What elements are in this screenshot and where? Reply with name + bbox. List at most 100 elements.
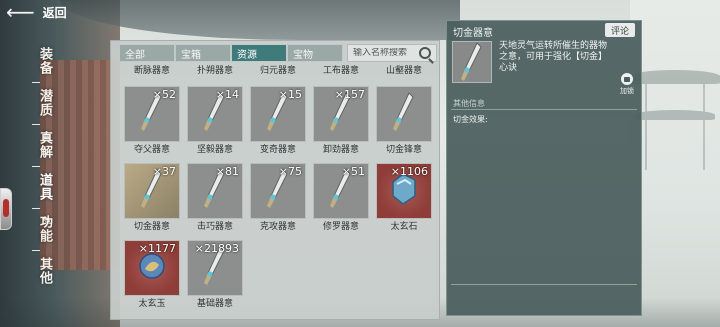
list-item-partial[interactable]: 归元器意 bbox=[250, 65, 306, 77]
item-slot: ×75 bbox=[250, 163, 306, 219]
background-right-scenery bbox=[629, 0, 720, 327]
tab-label: 资源 bbox=[237, 49, 257, 61]
nav-item-label: 其他 bbox=[37, 257, 52, 285]
tab-label: 全部 bbox=[125, 49, 145, 61]
item-slot: ×14 bbox=[187, 86, 243, 142]
item-name: 太玄石 bbox=[390, 222, 418, 232]
item-name: 变奇器意 bbox=[259, 145, 296, 155]
item-name: 击巧器意 bbox=[196, 222, 233, 232]
nav-item-label: 装备 bbox=[37, 47, 52, 75]
nav-divider bbox=[32, 124, 40, 125]
blade-icon bbox=[452, 41, 492, 83]
list-item[interactable]: ×14 坚毅器意 bbox=[187, 86, 243, 156]
blade-icon bbox=[387, 91, 421, 137]
nav-item-props[interactable]: 道具 bbox=[30, 166, 54, 204]
item-name: 扑朔器意 bbox=[196, 66, 233, 76]
list-item[interactable]: ×51 修罗器意 bbox=[313, 163, 369, 233]
detail-description: 天地灵气运转所催生的器物之意，可用于强化【切金】心诀 bbox=[499, 41, 608, 73]
item-slot: ×51 bbox=[313, 163, 369, 219]
list-item[interactable]: 切金锋意 bbox=[376, 86, 432, 156]
other-info-label: 其他信息 bbox=[453, 99, 485, 108]
list-item[interactable]: ×157 卸劲器意 bbox=[313, 86, 369, 156]
list-item[interactable]: ×37 切金器意 bbox=[124, 163, 180, 233]
list-item-partial[interactable]: 断脉器意 bbox=[124, 65, 180, 77]
item-slot: ×15 bbox=[250, 86, 306, 142]
item-name: 切金器意 bbox=[133, 222, 170, 232]
item-slot bbox=[376, 86, 432, 142]
item-slot: ×52 bbox=[124, 86, 180, 142]
item-slot: ×157 bbox=[313, 86, 369, 142]
item-name: 断脉器意 bbox=[133, 66, 170, 76]
back-label: 返回 bbox=[42, 5, 67, 20]
item-count: ×15 bbox=[278, 88, 302, 101]
item-name: 夺父器意 bbox=[133, 145, 170, 155]
comment-button[interactable]: 评论 bbox=[605, 23, 635, 37]
item-slot: ×21893 bbox=[187, 240, 243, 296]
pagoda-illustration bbox=[629, 70, 720, 170]
tab-chest[interactable]: 宝箱 bbox=[175, 44, 231, 62]
blade-icon bbox=[461, 42, 482, 81]
list-item[interactable]: ×1177 太玄玉 bbox=[124, 240, 180, 310]
list-item[interactable]: ×1106 太玄石 bbox=[376, 163, 432, 233]
nav-divider bbox=[32, 208, 40, 209]
item-name: 工布器意 bbox=[322, 66, 359, 76]
item-count: ×75 bbox=[278, 165, 302, 178]
nav-item-label: 真解 bbox=[37, 131, 52, 159]
list-item[interactable]: ×75 克攻器意 bbox=[250, 163, 306, 233]
item-count: ×21893 bbox=[194, 242, 239, 255]
side-avatar-tab[interactable] bbox=[0, 188, 12, 230]
category-tabs: 全部 宝箱 资源 宝物 bbox=[119, 44, 343, 62]
item-name: 卸劲器意 bbox=[322, 145, 359, 155]
inventory-panel: 全部 宝箱 资源 宝物 断脉器意 扑朔器意 归元器意 工布器意 山壑器意 ×52… bbox=[110, 40, 440, 320]
list-item[interactable]: ×52 夺父器意 bbox=[124, 86, 180, 156]
item-name: 修罗器意 bbox=[322, 222, 359, 232]
item-name: 坚毅器意 bbox=[196, 145, 233, 155]
nav-item-truth[interactable]: 真解 bbox=[30, 124, 54, 162]
item-count: ×51 bbox=[341, 165, 365, 178]
nav-item-potential[interactable]: 潜质 bbox=[30, 82, 54, 120]
item-count: ×1177 bbox=[138, 242, 176, 255]
back-button[interactable]: ⟵ 返回 bbox=[6, 2, 67, 22]
item-name: 山壑器意 bbox=[385, 66, 422, 76]
list-item-partial[interactable]: 扑朔器意 bbox=[187, 65, 243, 77]
tab-all[interactable]: 全部 bbox=[119, 44, 175, 62]
item-grid: 断脉器意 扑朔器意 归元器意 工布器意 山壑器意 ×52 夺父器意 ×14 坚毅器意 ×… bbox=[124, 65, 444, 321]
list-item[interactable]: ×15 变奇器意 bbox=[250, 86, 306, 156]
item-name: 克攻器意 bbox=[259, 222, 296, 232]
list-item[interactable]: ×21893 基础器意 bbox=[187, 240, 243, 310]
search-input[interactable] bbox=[353, 48, 415, 58]
list-item-partial[interactable]: 工布器意 bbox=[313, 65, 369, 77]
divider bbox=[451, 284, 637, 285]
item-count: ×37 bbox=[152, 165, 176, 178]
nav-divider bbox=[32, 166, 40, 167]
brush-icon: ✎ bbox=[42, 214, 53, 228]
tab-label: 宝物 bbox=[293, 49, 313, 61]
nav-item-label: 潜质 bbox=[37, 89, 52, 117]
nav-divider bbox=[32, 250, 40, 251]
item-name: 切金锋意 bbox=[385, 145, 422, 155]
item-detail-panel: 切金器意 评论 天地灵气运转所催生的器物之意，可用于强化【切金】心诀 加锁 其他… bbox=[446, 20, 642, 316]
lock-icon bbox=[621, 73, 633, 85]
lock-label: 加锁 bbox=[620, 87, 634, 95]
list-item-partial[interactable]: 山壑器意 bbox=[376, 65, 432, 77]
effect-label: 切金效果: bbox=[453, 115, 488, 124]
item-slot: ×1106 bbox=[376, 163, 432, 219]
nav-item-equip[interactable]: 装备 bbox=[30, 44, 54, 78]
divider bbox=[451, 109, 637, 110]
background-roof bbox=[60, 0, 460, 40]
item-count: ×52 bbox=[152, 88, 176, 101]
tab-treasure[interactable]: 宝物 bbox=[287, 44, 343, 62]
item-count: ×81 bbox=[215, 165, 239, 178]
back-arrow-icon: ⟵ bbox=[6, 0, 35, 24]
tab-resource[interactable]: 资源 bbox=[231, 44, 287, 62]
nav-item-other[interactable]: 其他 bbox=[30, 250, 54, 288]
item-count: ×157 bbox=[334, 88, 365, 101]
tab-label: 宝箱 bbox=[181, 49, 201, 61]
nav-divider bbox=[32, 82, 40, 83]
list-item[interactable]: ×81 击巧器意 bbox=[187, 163, 243, 233]
search-icon[interactable] bbox=[419, 47, 431, 59]
lock-button[interactable]: 加锁 bbox=[619, 73, 635, 96]
item-slot: ×1177 bbox=[124, 240, 180, 296]
search-box bbox=[347, 44, 437, 62]
nav-item-label: 道具 bbox=[37, 173, 52, 201]
